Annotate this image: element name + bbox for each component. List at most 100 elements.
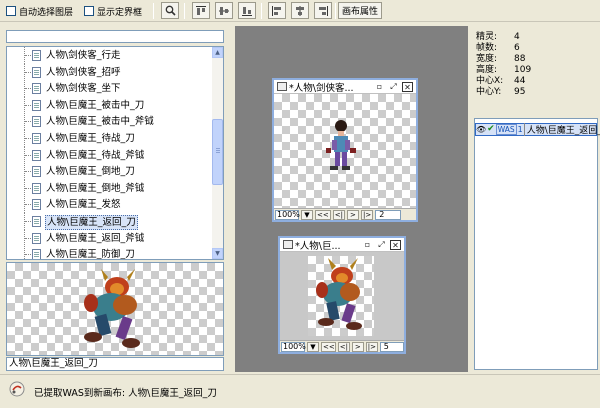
window-title: *人物\剑侠客...: [289, 82, 354, 94]
tree-item[interactable]: 人物\巨魔王_防御_刀: [7, 246, 212, 259]
maximize-icon[interactable]: ⤢: [388, 82, 399, 92]
tree-scrollbar[interactable]: ▲ ▼: [212, 46, 224, 260]
align-bottom-button[interactable]: [238, 2, 256, 19]
tree-item[interactable]: 人物\巨魔王_倒地_斧钺: [7, 179, 212, 197]
tree-item-label: 人物\巨魔王_返回_斧钺: [46, 232, 145, 244]
play-button[interactable]: >: [351, 341, 364, 352]
scroll-up-arrow[interactable]: ▲: [212, 47, 223, 58]
prev-frame-button[interactable]: <|: [337, 341, 350, 352]
eye-icon[interactable]: 👁: [476, 125, 486, 134]
file-icon: [32, 99, 41, 111]
zoom-dropdown-arrow[interactable]: ▼: [307, 341, 319, 352]
window-icon: [277, 82, 287, 91]
sprite-window-troll-king[interactable]: *人物\巨... ▫ ⤢ ✕ 100% ▼ << <| > |> 5: [278, 236, 406, 354]
tree-item[interactable]: 人物\巨魔王_返回_斧钺: [7, 229, 212, 247]
sprite-canvas[interactable]: [308, 256, 374, 336]
tree-item[interactable]: 人物\巨魔王_被击中_刀: [7, 96, 212, 114]
sprite-window-swordsman[interactable]: *人物\剑侠客... ▫ ⤢ ✕ 100% ▼ << <| > |> 2: [272, 78, 418, 222]
show-bounds-label: 显示定界框: [97, 7, 143, 18]
first-frame-button[interactable]: <<: [321, 341, 336, 352]
canvas-properties-button[interactable]: 画布属性: [338, 2, 382, 19]
file-icon: [32, 50, 41, 61]
layer-list[interactable]: 👁 ✔ WAS 1 人物\巨魔王_返回_刀: [474, 118, 600, 370]
file-icon: [32, 216, 41, 227]
resource-search-input[interactable]: [6, 30, 224, 43]
align-top-icon: [196, 5, 206, 15]
layer-name: 人物\巨魔王_返回_刀: [523, 123, 600, 136]
tree-item[interactable]: 人物\巨魔王_倒地_刀: [7, 163, 212, 181]
align-middle-button[interactable]: [215, 2, 233, 19]
checkmark-icon[interactable]: ✔: [487, 125, 495, 134]
tree-branch-line: [25, 204, 31, 206]
minimize-icon[interactable]: ▫: [374, 82, 385, 92]
tree-item[interactable]: 人物\巨魔王_待战_斧钺: [7, 146, 212, 164]
frames-label: 帧数:: [476, 43, 498, 53]
sprite-canvas-frame: [280, 252, 404, 340]
auto-select-layer-checkbox[interactable]: 自动选择图层: [6, 0, 73, 22]
align-center-icon: [296, 5, 304, 16]
window-footer: 100% ▼ << <| > |> 2: [274, 208, 416, 220]
frames-value: 6: [514, 43, 520, 53]
layer-row[interactable]: 👁 ✔ WAS 1 人物\巨魔王_返回_刀: [475, 123, 600, 136]
selected-path-field: 人物\巨魔王_返回_刀: [6, 357, 224, 371]
play-button[interactable]: >: [346, 209, 359, 220]
tree-item-label: 人物\剑侠客_招呼: [46, 66, 121, 78]
align-bottom-icon: [242, 6, 252, 16]
frame-number-field[interactable]: 5: [379, 341, 404, 352]
auto-select-layer-label: 自动选择图层: [19, 7, 74, 18]
sprites-label: 精灵:: [476, 32, 498, 42]
checkbox-box[interactable]: [6, 6, 16, 16]
resource-tree[interactable]: 人物\剑侠客_行走 人物\剑侠客_招呼 人物\剑侠客_坐下 人物\巨魔王_被击中_刀人…: [6, 46, 212, 260]
window-titlebar[interactable]: *人物\剑侠客... ▫ ⤢ ✕: [274, 80, 416, 94]
tree-item[interactable]: 人物\剑侠客_招呼: [7, 63, 212, 81]
extract-status-icon: [9, 381, 25, 397]
sprite-canvas[interactable]: [274, 94, 416, 208]
align-right-button[interactable]: [314, 2, 332, 19]
troll-king-sprite-image: [84, 269, 140, 348]
search-icon: [165, 5, 176, 16]
tree-branch-line: [25, 187, 31, 189]
zoom-dropdown-arrow[interactable]: ▼: [301, 209, 313, 220]
layer-number: 1: [517, 125, 523, 134]
minimize-icon[interactable]: ▫: [362, 240, 373, 250]
tree-item-label: 人物\剑侠客_坐下: [46, 83, 121, 95]
close-icon[interactable]: ✕: [390, 239, 401, 250]
first-frame-button[interactable]: <<: [315, 209, 331, 220]
file-icon: [32, 199, 41, 211]
tree-item[interactable]: 人物\剑侠客_行走: [7, 47, 212, 64]
show-bounds-checkbox[interactable]: 显示定界框: [84, 0, 142, 22]
next-frame-button[interactable]: |>: [365, 341, 378, 352]
tree-item-label: 人物\巨魔王_返回_刀: [45, 215, 138, 230]
tree-item[interactable]: 人物\巨魔王_待战_刀: [7, 130, 212, 147]
checkbox-box[interactable]: [84, 6, 94, 16]
tree-branch-line: [25, 254, 31, 256]
tree-item[interactable]: 人物\巨魔王_被击中_斧钺: [7, 113, 212, 131]
tree-item[interactable]: 人物\巨魔王_返回_刀: [7, 213, 212, 230]
tree-guide-line: [24, 246, 25, 259]
align-center-button[interactable]: [291, 2, 309, 19]
tree-item[interactable]: 人物\剑侠客_坐下: [7, 80, 212, 98]
width-value: 88: [514, 54, 526, 64]
next-frame-button[interactable]: |>: [360, 209, 374, 220]
search-button[interactable]: [161, 2, 179, 19]
toolbar-separator: [184, 3, 185, 19]
maximize-icon[interactable]: ⤢: [376, 240, 387, 250]
tree-branch-line: [25, 171, 31, 173]
zoom-select[interactable]: 100%: [281, 341, 306, 352]
tree-item[interactable]: 人物\巨魔王_发怒: [7, 196, 212, 214]
tree-item-label: 人物\剑侠客_行走: [46, 50, 121, 61]
align-left-button[interactable]: [268, 2, 286, 19]
file-icon: [32, 116, 41, 128]
layer-type-tag: WAS: [495, 124, 517, 135]
prev-frame-button[interactable]: <|: [332, 209, 345, 220]
file-icon: [32, 249, 41, 259]
toolbar-separator: [335, 3, 336, 19]
align-top-button[interactable]: [192, 2, 210, 19]
close-icon[interactable]: ✕: [402, 81, 413, 92]
zoom-select[interactable]: 100%: [275, 209, 300, 220]
frame-number-field[interactable]: 2: [375, 209, 402, 220]
scroll-thumb[interactable]: [212, 119, 223, 185]
tree-branch-line: [25, 55, 31, 56]
scroll-down-arrow[interactable]: ▼: [212, 248, 223, 259]
window-titlebar[interactable]: *人物\巨... ▫ ⤢ ✕: [280, 238, 404, 252]
